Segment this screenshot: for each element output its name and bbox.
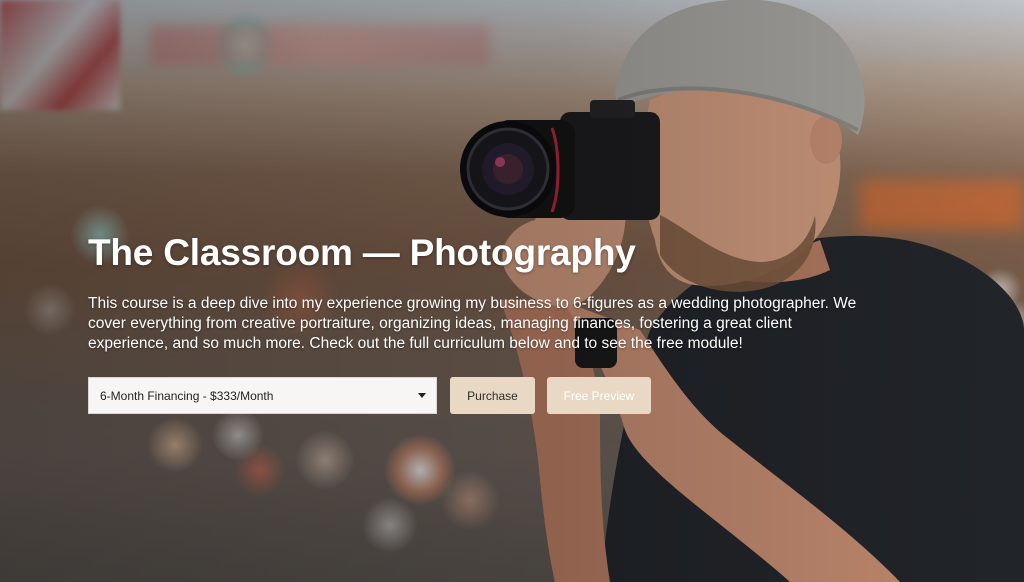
purchase-button[interactable]: Purchase <box>450 377 535 414</box>
plan-select[interactable]: 6-Month Financing - $333/Month <box>88 377 437 414</box>
purchase-actions: 6-Month Financing - $333/Month Purchase … <box>88 377 651 414</box>
course-description: This course is a deep dive into my exper… <box>88 295 857 352</box>
hero-content: The Classroom — Photography This course … <box>88 228 888 354</box>
plan-select-value: 6-Month Financing - $333/Month <box>100 388 274 403</box>
page-title: The Classroom — Photography <box>88 232 636 273</box>
free-preview-button[interactable]: Free Preview <box>547 377 651 414</box>
chevron-down-icon <box>418 393 426 398</box>
